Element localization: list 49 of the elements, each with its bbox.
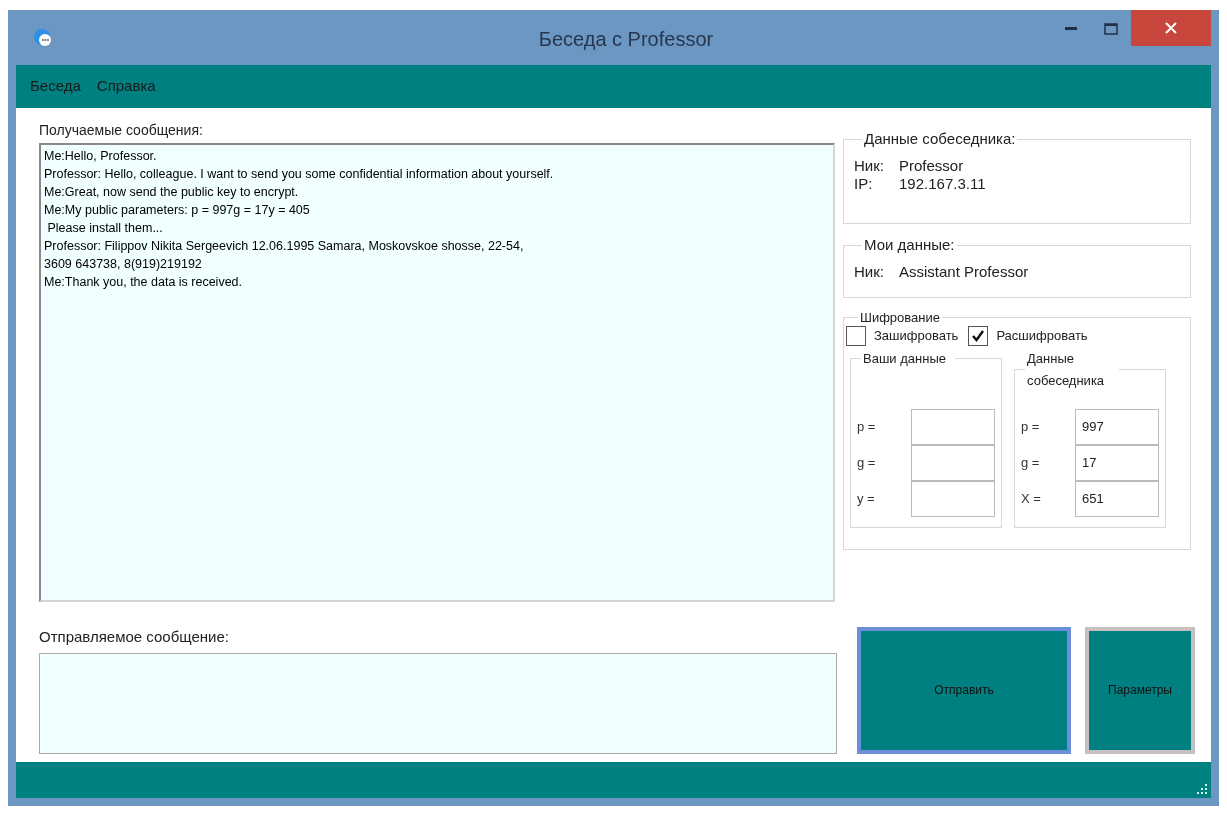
minimize-icon bbox=[1065, 27, 1077, 31]
message-line: Me:My public parameters: p = 997g = 17y = 405 bbox=[44, 202, 311, 219]
outgoing-label: Отправляемое сообщение: bbox=[39, 627, 230, 647]
field-label: Ник: bbox=[854, 156, 885, 175]
field-label: p = bbox=[1021, 417, 1041, 436]
close-icon bbox=[1165, 22, 1177, 34]
field-label: X = bbox=[1021, 489, 1042, 508]
field-label: g = bbox=[857, 453, 877, 472]
parameter-field[interactable]: 651 bbox=[1075, 480, 1159, 517]
field-label: p = bbox=[857, 417, 877, 436]
group-title: Данные собеседника bbox=[1026, 349, 1106, 390]
action-button[interactable]: Отправить bbox=[857, 626, 1071, 754]
message-line: 3609 643738, 8(919)219192 bbox=[44, 256, 203, 273]
window-title: Беседа с Professor bbox=[537, 27, 715, 52]
checkbox-label: Расшифровать bbox=[996, 326, 1088, 345]
checkbox[interactable] bbox=[968, 325, 989, 346]
field-value: Professor bbox=[899, 156, 964, 175]
group-title: Ваши данные bbox=[862, 349, 947, 368]
menu-item[interactable]: Справка bbox=[94, 75, 158, 98]
field-label: y = bbox=[857, 489, 876, 508]
message-input[interactable] bbox=[39, 652, 837, 754]
message-line: Please install them... bbox=[46, 220, 164, 237]
group-title: Мои данные: bbox=[863, 235, 956, 255]
message-line: Me:Great, now send the public key to encrypt. bbox=[44, 184, 300, 201]
parameter-field[interactable] bbox=[911, 408, 995, 445]
checkbox-label: Зашифровать bbox=[874, 326, 959, 345]
message-line: Professor: Hello, colleague. I want to send you some confidential information about yourself. bbox=[44, 166, 555, 183]
parameter-field[interactable]: 997 bbox=[1075, 408, 1159, 445]
parameter-field[interactable]: 17 bbox=[1075, 444, 1159, 481]
close-button[interactable] bbox=[1131, 10, 1211, 46]
message-line: Professor: Filippov Nikita Sergeevich 12.06.1995 Samara, Moskovskoe shosse, 22-54, bbox=[44, 238, 525, 255]
field-label: g = bbox=[1021, 453, 1041, 472]
resize-grip-icon[interactable] bbox=[1196, 783, 1208, 795]
field-label: Ник: bbox=[854, 262, 885, 281]
field-value: Assistant Professor bbox=[899, 262, 1029, 281]
maximize-icon bbox=[1104, 23, 1118, 35]
field-label: IP: bbox=[854, 174, 874, 193]
parameter-field[interactable] bbox=[911, 480, 995, 517]
message-line: Me:Hello, Professor. bbox=[44, 148, 158, 165]
received-label: Получаемые сообщения: bbox=[39, 121, 204, 140]
message-line: Me:Thank you, the data is received. bbox=[44, 274, 244, 291]
checkbox[interactable] bbox=[846, 325, 866, 346]
menu-item[interactable]: Беседа bbox=[28, 75, 83, 98]
action-button[interactable]: Параметры bbox=[1085, 626, 1195, 754]
chat-bubble-icon bbox=[32, 27, 54, 48]
parameter-field[interactable] bbox=[911, 444, 995, 481]
field-value: 192.167.3.11 bbox=[899, 174, 986, 193]
group-title: Данные собеседника: bbox=[863, 129, 1017, 149]
group-title: Шифрование bbox=[859, 309, 941, 327]
